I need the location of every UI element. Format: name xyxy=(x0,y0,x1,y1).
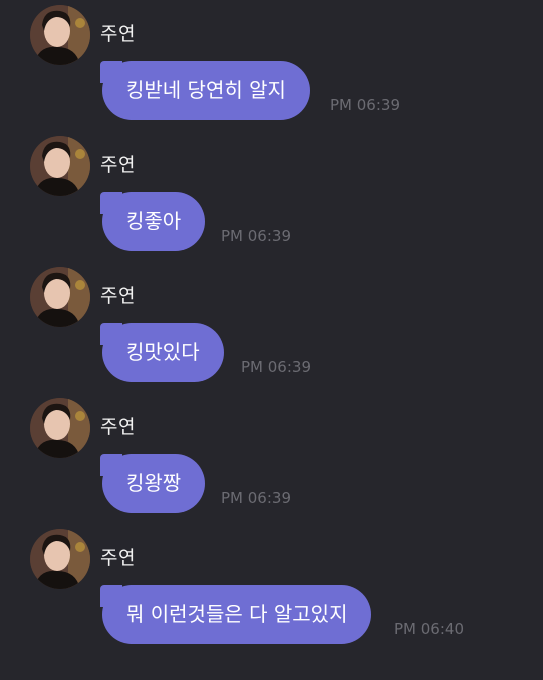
message-time: PM 06:39 xyxy=(221,489,291,507)
avatar[interactable] xyxy=(30,267,90,327)
avatar[interactable] xyxy=(30,529,90,589)
message-time: PM 06:39 xyxy=(221,227,291,245)
avatar[interactable] xyxy=(30,398,90,458)
avatar[interactable] xyxy=(30,5,90,65)
message-text: 킹맛있다 xyxy=(126,340,200,364)
chat-window: 주연 킹받네 당연히 알지 PM 06:39 주연 킹좋아 PM 06:39 주… xyxy=(0,0,543,680)
avatar[interactable] xyxy=(30,136,90,196)
message-bubble[interactable]: 킹왕짱 xyxy=(99,454,206,513)
sender-name: 주연 xyxy=(100,154,136,176)
message-bubble[interactable]: 뭐 이런것들은 다 알고있지 xyxy=(99,585,372,644)
message-group: 주연 킹왕짱 PM 06:39 xyxy=(0,393,543,524)
sender-name: 주연 xyxy=(100,547,136,569)
message-group: 주연 킹좋아 PM 06:39 xyxy=(0,131,543,262)
message-bubble[interactable]: 킹받네 당연히 알지 xyxy=(100,61,310,120)
sender-name: 주연 xyxy=(100,416,136,438)
sender-name: 주연 xyxy=(100,285,136,307)
message-time: PM 06:39 xyxy=(241,358,311,376)
message-group: 주연 킹맛있다 PM 06:39 xyxy=(0,262,543,393)
message-group: 주연 킹받네 당연히 알지 PM 06:39 xyxy=(0,0,543,131)
message-text: 뭐 이런것들은 다 알고있지 xyxy=(126,602,348,626)
message-bubble[interactable]: 킹좋아 xyxy=(99,192,206,251)
message-text: 킹받네 당연히 알지 xyxy=(126,78,286,102)
message-time: PM 06:39 xyxy=(330,96,400,114)
sender-name: 주연 xyxy=(100,23,136,45)
message-text: 킹왕짱 xyxy=(126,471,182,495)
message-text: 킹좋아 xyxy=(126,209,182,233)
message-bubble[interactable]: 킹맛있다 xyxy=(100,323,224,382)
message-time: PM 06:40 xyxy=(394,620,464,638)
message-group: 주연 뭐 이런것들은 다 알고있지 PM 06:40 xyxy=(0,524,543,655)
